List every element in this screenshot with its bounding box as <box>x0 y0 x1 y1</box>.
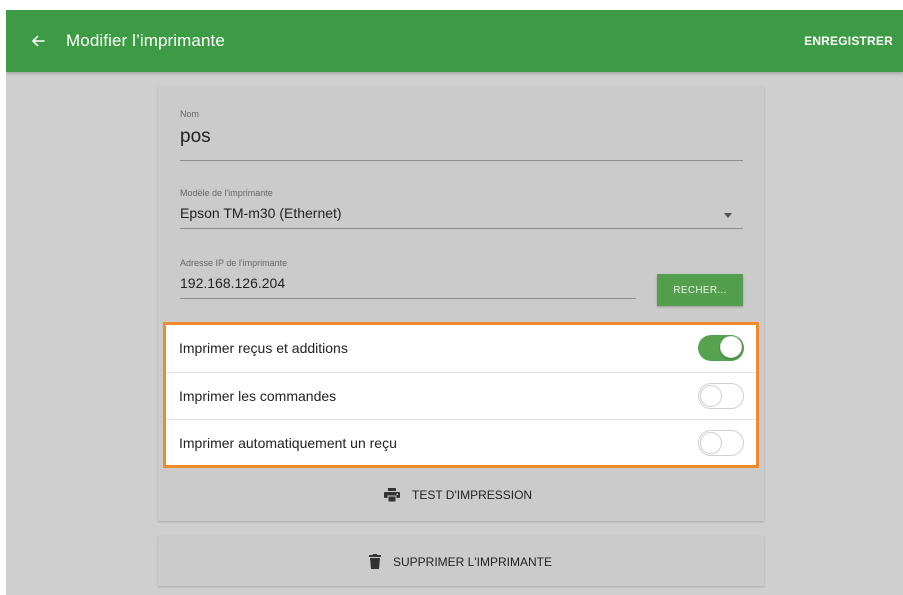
test-print-button[interactable]: TEST D'IMPRESSION <box>384 488 532 502</box>
delete-printer-card: SUPPRIMER L'IMPRIMANTE <box>158 536 764 586</box>
toggle-row-print-receipts[interactable]: Imprimer reçus et additions <box>166 325 756 371</box>
name-field-value: pos <box>180 126 211 147</box>
test-print-label: TEST D'IMPRESSION <box>412 488 533 502</box>
print-receipts-switch[interactable] <box>698 335 744 361</box>
switch-knob <box>720 336 742 358</box>
toggle-label: Imprimer les commandes <box>179 387 337 404</box>
switch-knob <box>700 431 722 454</box>
ip-address-underline <box>180 298 636 299</box>
trash-icon <box>369 554 381 569</box>
name-field-underline <box>180 160 743 161</box>
toggle-label: Imprimer reçus et additions <box>179 340 348 356</box>
toggle-row-print-orders[interactable]: Imprimer les commandes <box>166 372 756 418</box>
auto-print-receipt-switch[interactable] <box>698 429 744 456</box>
printer-icon <box>384 488 400 502</box>
app-bar: Modifier l’imprimante ENREGISTRER <box>6 10 903 72</box>
print-orders-switch[interactable] <box>698 382 744 409</box>
back-button[interactable] <box>26 29 50 53</box>
save-button[interactable]: ENREGISTRER <box>804 34 893 48</box>
printer-model-underline <box>180 228 743 229</box>
printer-model-label: Modèle de l'imprimante <box>180 188 273 198</box>
toggle-row-auto-print-receipt[interactable]: Imprimer automatiquement un reçu <box>166 419 756 465</box>
toggle-label: Imprimer automatiquement un reçu <box>179 434 397 451</box>
ip-address-value: 192.168.126.204 <box>180 275 286 291</box>
printer-model-value: Epson TM-m30 (Ethernet) <box>180 205 342 221</box>
name-field-label: Nom <box>180 109 200 119</box>
delete-printer-button[interactable]: SUPPRIMER L'IMPRIMANTE <box>369 554 552 569</box>
printer-settings-card: Nom pos Modèle de l'imprimante Epson TM-… <box>158 86 764 521</box>
name-field[interactable]: Nom pos <box>180 109 211 148</box>
ip-address-label: Adresse IP de l'imprimante <box>180 258 288 268</box>
ip-address-field[interactable]: Adresse IP de l'imprimante 192.168.126.2… <box>180 258 287 291</box>
delete-printer-label: SUPPRIMER L'IMPRIMANTE <box>393 554 552 569</box>
chevron-down-icon[interactable] <box>724 213 732 218</box>
app-screen: Modifier l’imprimante ENREGISTRER Nom po… <box>6 10 903 595</box>
arrow-left-icon <box>32 35 45 47</box>
switch-knob <box>700 384 722 407</box>
page-title: Modifier l’imprimante <box>66 31 225 50</box>
print-options-group: Imprimer reçus et additions Imprimer les… <box>163 322 759 468</box>
printer-model-select[interactable]: Modèle de l'imprimante Epson TM-m30 (Eth… <box>180 188 342 221</box>
search-printer-button[interactable]: RECHER... <box>657 274 743 306</box>
